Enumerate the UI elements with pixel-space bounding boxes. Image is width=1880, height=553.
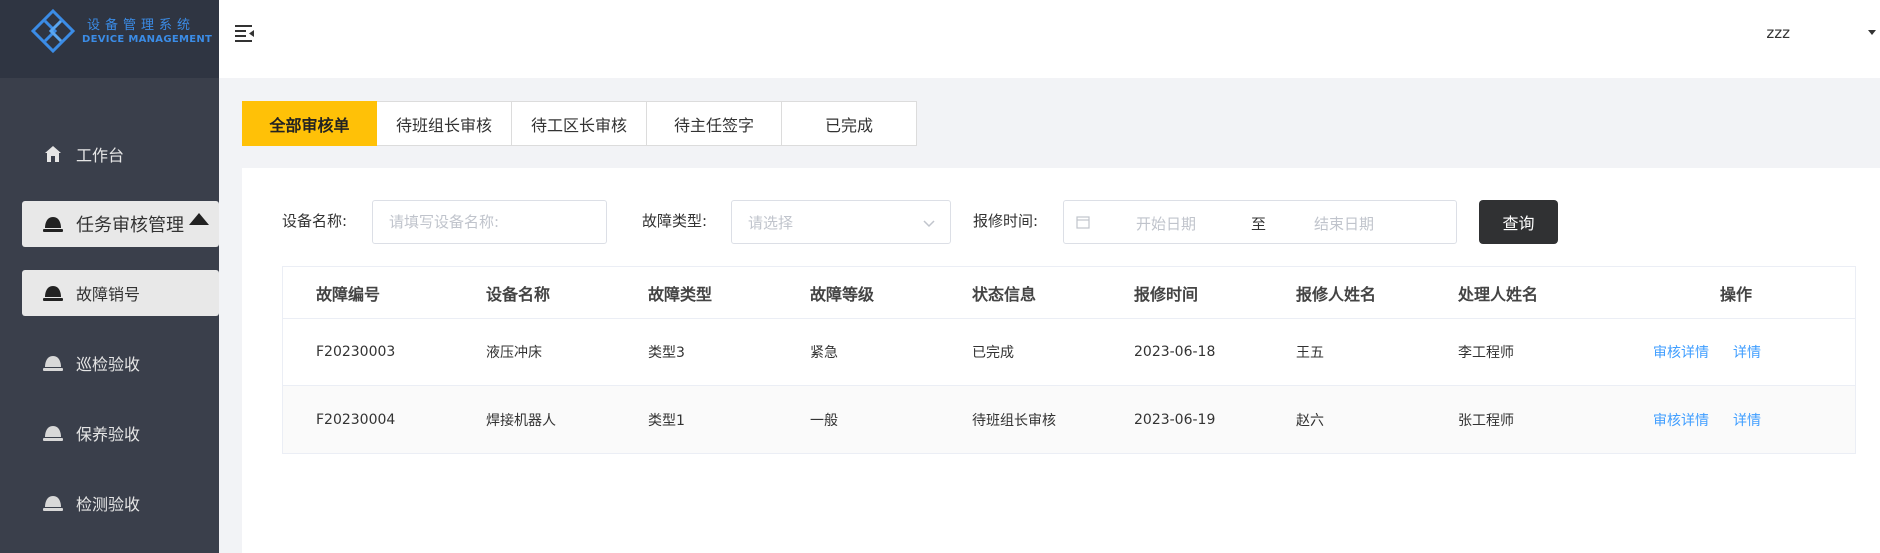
tab-all-reviews[interactable]: 全部审核单 [242,101,377,146]
calendar-icon [1076,216,1090,229]
sidebar-item-label: 任务审核管理 [76,215,184,236]
sidebar-item-label: 工作台 [76,146,125,165]
home-icon [42,143,64,165]
table-row: F20230004 焊接机器人 类型1 一般 待班组长审核 2023-06-19… [283,386,1855,453]
cell-fault-type: 类型1 [648,412,685,429]
status-tabs: 全部审核单 待班组长审核 待工区长审核 待主任签字 已完成 [242,101,917,146]
date-separator: 至 [1251,215,1267,233]
cell-handler: 张工程师 [1458,412,1514,429]
cell-fault-type: 类型3 [648,345,685,361]
tab-pending-director[interactable]: 待主任签字 [647,101,782,146]
detail-link[interactable]: 详情 [1733,410,1761,430]
cell-actions: 审核详情 详情 [1653,319,1785,385]
chevron-down-icon [923,220,935,228]
cell-reporter: 赵六 [1296,412,1324,429]
cell-fault-level: 紧急 [810,345,838,361]
cell-reporter: 王五 [1296,345,1324,361]
column-header: 报修时间 [1134,284,1199,304]
user-dropdown-icon[interactable] [1868,30,1876,35]
sidebar: 设备管理系统 DEVICE MANAGEMENT 工作台 任务审核管理 故障销号… [0,0,219,553]
report-time-label: 报修时间: [973,212,1039,230]
sidebar-item-task-review[interactable]: 任务审核管理 [22,201,219,247]
bell-icon [42,422,64,444]
sidebar-item-label: 故障销号 [76,285,141,304]
sidebar-item-inspection-acceptance[interactable]: 巡检验收 [22,340,219,386]
table-row: F20230003 液压冲床 类型3 紧急 已完成 2023-06-18 王五 … [283,319,1855,386]
start-date-input[interactable]: 开始日期 [1136,213,1196,234]
column-header: 报修人姓名 [1296,284,1377,304]
bell-icon [42,352,64,374]
cell-fault-id: F20230004 [316,411,396,428]
bell-icon [42,213,64,235]
cell-status: 已完成 [972,345,1014,361]
date-range-picker[interactable]: 开始日期 至 结束日期 [1063,200,1457,244]
review-detail-link[interactable]: 审核详情 [1653,342,1709,362]
fault-type-label: 故障类型: [642,212,708,230]
sidebar-item-label: 保养验收 [76,425,141,444]
cell-device-name: 焊接机器人 [486,412,556,429]
column-header: 故障等级 [810,284,875,304]
column-header: 处理人姓名 [1458,284,1539,304]
cell-status: 待班组长审核 [972,412,1056,429]
logo-text-cn: 设备管理系统 [87,18,196,33]
fault-type-placeholder: 请选择 [748,213,794,232]
fault-type-select[interactable]: 请选择 [731,200,951,244]
cell-fault-level: 一般 [810,412,838,429]
cell-handler: 李工程师 [1458,345,1514,361]
logo-icon [30,8,76,54]
tab-pending-area-manager[interactable]: 待工区长审核 [512,101,647,146]
logo-text-en: DEVICE MANAGEMENT [82,34,213,45]
sidebar-item-maintenance-acceptance[interactable]: 保养验收 [22,410,219,456]
detail-link[interactable]: 详情 [1733,342,1761,362]
sidebar-item-fault-closure[interactable]: 故障销号 [22,270,219,316]
query-button[interactable]: 查询 [1479,200,1558,244]
bell-icon [42,492,64,514]
sidebar-item-label: 检测验收 [76,495,141,514]
logo: 设备管理系统 DEVICE MANAGEMENT [0,0,219,78]
table-header: 故障编号 设备名称 故障类型 故障等级 状态信息 报修时间 报修人姓名 处理人姓… [283,267,1855,319]
cell-report-time: 2023-06-19 [1134,411,1216,428]
device-name-label: 设备名称: [282,212,348,230]
tab-pending-team-leader[interactable]: 待班组长审核 [377,101,512,146]
column-header: 故障类型 [648,284,713,304]
end-date-input[interactable]: 结束日期 [1314,213,1374,234]
menu-toggle-icon[interactable] [235,24,255,42]
fault-table: 故障编号 设备名称 故障类型 故障等级 状态信息 报修时间 报修人姓名 处理人姓… [282,266,1856,454]
tab-completed[interactable]: 已完成 [782,101,917,146]
sidebar-item-workbench[interactable]: 工作台 [22,131,219,177]
review-detail-link[interactable]: 审核详情 [1653,410,1709,430]
cell-device-name: 液压冲床 [486,345,542,361]
cell-actions: 审核详情 详情 [1653,386,1785,453]
top-header: zzz [219,0,1880,78]
sidebar-item-testing-acceptance[interactable]: 检测验收 [22,480,219,526]
column-header: 设备名称 [486,284,551,304]
device-name-input[interactable] [372,200,607,244]
sidebar-item-label: 巡检验收 [76,355,141,374]
cell-fault-id: F20230003 [316,344,396,360]
bell-icon [42,282,64,304]
column-header: 状态信息 [972,284,1037,304]
column-header: 操作 [1720,284,1753,304]
user-name[interactable]: zzz [1766,24,1790,42]
cell-report-time: 2023-06-18 [1134,344,1216,360]
column-header: 故障编号 [316,284,381,304]
caret-up-icon [189,213,209,225]
content-panel: 设备名称: 故障类型: 请选择 报修时间: 开始日期 至 结束日期 查询 故障编… [242,168,1880,553]
